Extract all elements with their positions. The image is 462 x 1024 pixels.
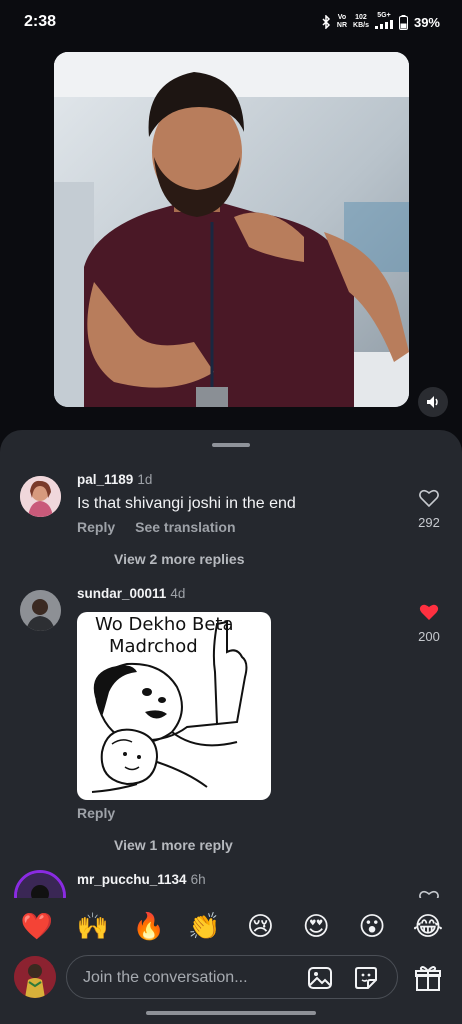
comment-time: 4d — [170, 586, 186, 601]
network-indicator: 5G+ — [374, 12, 393, 32]
comment-time: 6h — [190, 872, 206, 887]
meme-image[interactable]: Wo Dekho Beta Madrchod — [77, 612, 271, 800]
video-player[interactable] — [54, 52, 409, 407]
avatar-image — [20, 476, 61, 517]
view-more-replies[interactable]: View 2 more replies — [114, 551, 244, 567]
like-button[interactable]: 292 — [410, 489, 448, 530]
status-icons: Vo NR 102 KB/s 5G+ 39% — [322, 12, 440, 32]
emoji-laughing[interactable]: 😂 — [410, 911, 446, 942]
network-type: 5G+ — [377, 12, 391, 19]
volte-bottom: NR — [336, 22, 348, 29]
drag-handle[interactable] — [212, 443, 250, 447]
speaker-icon — [427, 396, 438, 408]
reply-button[interactable]: Reply — [77, 805, 115, 821]
video-frame — [54, 52, 409, 407]
reply-button[interactable]: Reply — [77, 519, 115, 535]
comment-username[interactable]: sundar_00011 — [77, 586, 166, 601]
comment-composer — [0, 954, 462, 1004]
speed-value: 102 — [355, 14, 367, 21]
comment-input-container[interactable] — [66, 955, 398, 999]
avatar[interactable] — [20, 590, 61, 631]
system-nav-bar — [0, 1004, 462, 1024]
emoji-heart-eyes[interactable]: 😍 — [298, 911, 334, 942]
emoji-clap[interactable]: 👏 — [187, 911, 223, 942]
comment-header: mr_pucchu_1134 6h — [77, 872, 206, 887]
heart-filled-icon — [419, 604, 439, 620]
comment-header: pal_1189 1d — [77, 472, 152, 487]
volte-indicator: Vo NR — [337, 14, 347, 30]
comment-actions: Reply See translation — [77, 519, 236, 535]
comment-time: 1d — [137, 472, 153, 487]
comment-input[interactable] — [83, 967, 293, 989]
mute-button[interactable] — [418, 387, 448, 417]
current-user-avatar[interactable] — [14, 956, 56, 998]
volte-top: Vo — [337, 14, 347, 21]
avatar-image — [20, 590, 61, 631]
like-button[interactable]: 200 — [410, 603, 448, 644]
bluetooth-icon — [322, 15, 330, 29]
avatar[interactable] — [20, 476, 61, 517]
speed-indicator: 102 KB/s — [353, 14, 369, 30]
battery-percent: 39% — [413, 14, 440, 30]
like-count: 292 — [418, 515, 440, 530]
meme-drawing — [91, 620, 248, 793]
image-icon[interactable] — [307, 965, 333, 991]
emoji-heart[interactable]: ❤️ — [19, 911, 55, 942]
emoji-surprised[interactable]: 😮 — [354, 911, 390, 942]
clock: 2:38 — [24, 13, 57, 30]
gift-icon[interactable] — [414, 964, 442, 992]
avatar-image — [14, 956, 56, 998]
emoji-crying[interactable]: 😢 — [242, 911, 278, 942]
emoji-raised-hands[interactable]: 🙌 — [75, 911, 111, 942]
comment-username[interactable]: pal_1189 — [77, 472, 133, 487]
view-more-replies[interactable]: View 1 more reply — [114, 837, 233, 853]
emoji-fire[interactable]: 🔥 — [131, 911, 167, 942]
like-count: 200 — [418, 629, 440, 644]
comment-text: Is that shivangi joshi in the end — [77, 495, 296, 512]
comment-username[interactable]: mr_pucchu_1134 — [77, 872, 187, 887]
battery-icon — [398, 14, 408, 30]
speed-unit: KB/s — [353, 22, 369, 29]
signal-icon — [374, 20, 393, 29]
emoji-reaction-bar: ❤️ 🙌 🔥 👏 😢 😍 😮 😂 — [0, 898, 462, 954]
sticker-icon[interactable] — [353, 965, 379, 991]
comment-actions: Reply — [77, 805, 115, 821]
heart-outline-icon — [419, 489, 439, 508]
see-translation-button[interactable]: See translation — [135, 519, 235, 535]
home-indicator[interactable] — [146, 1011, 316, 1015]
status-bar: 2:38 Vo NR 102 KB/s 5G+ 39% — [0, 0, 462, 44]
comment-header: sundar_00011 4d — [77, 586, 185, 601]
